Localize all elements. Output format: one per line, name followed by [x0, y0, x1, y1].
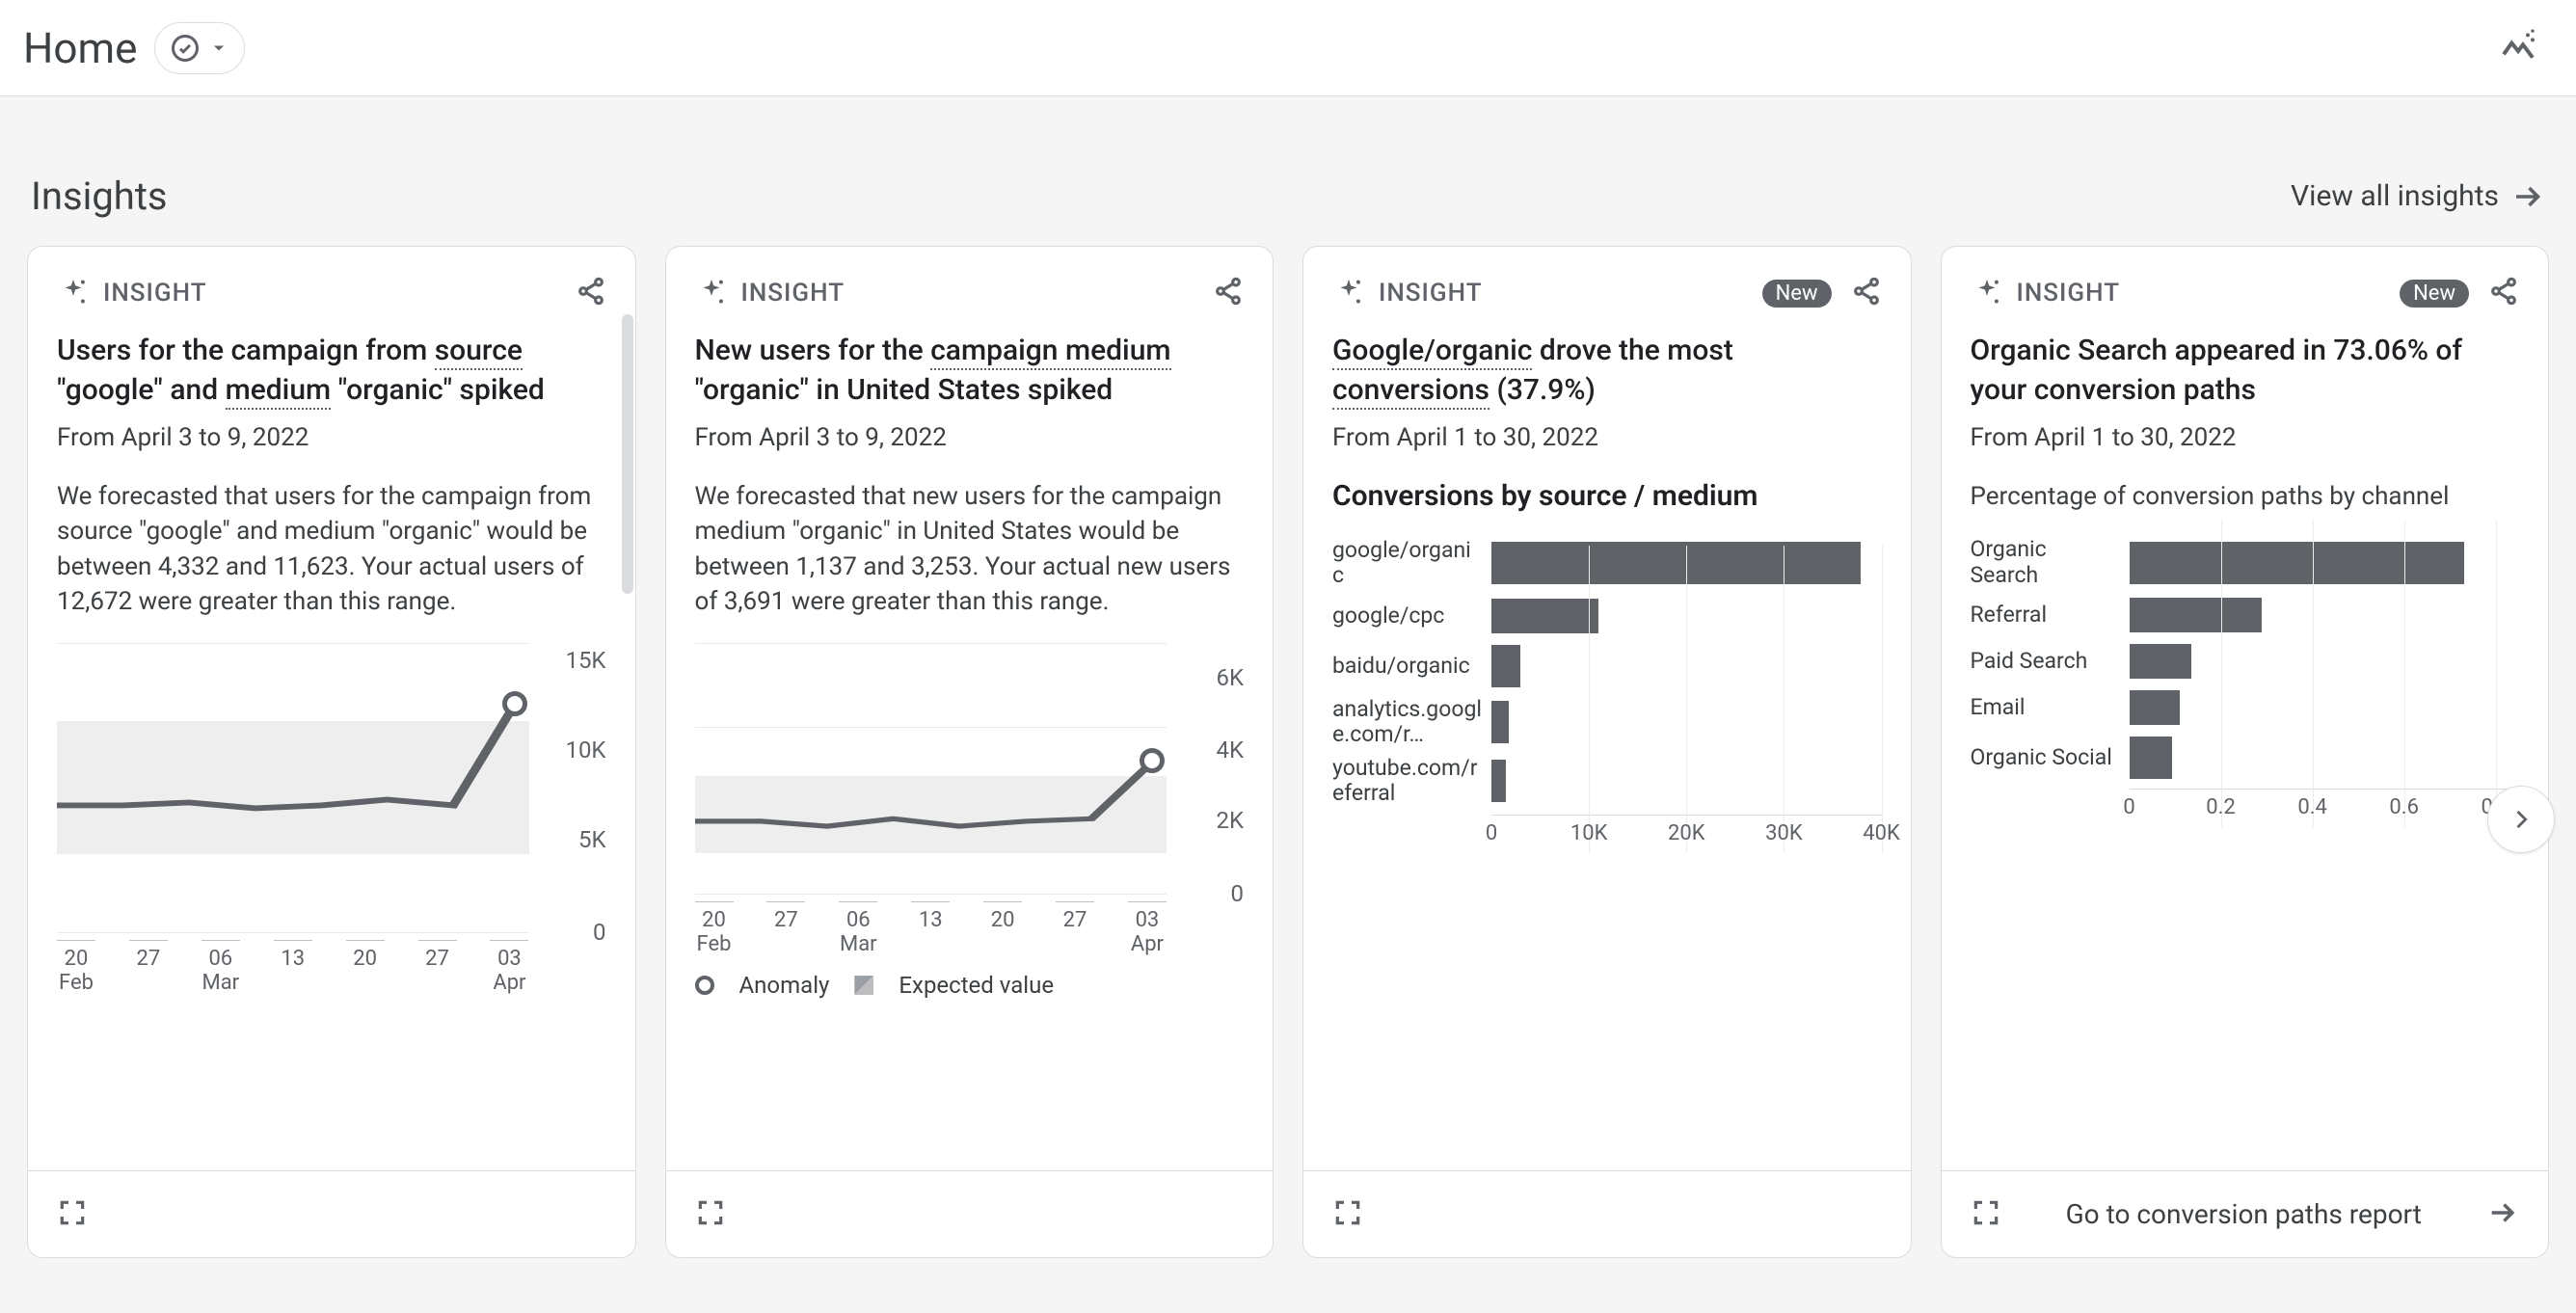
insight-card: INSIGHT New users for the campaign mediu…	[665, 246, 1275, 1258]
sparkle-icon	[1971, 277, 2003, 309]
expected-band-icon	[854, 976, 873, 995]
horizontal-bar-chart: Organic Search Referral Paid Search Emai…	[1971, 537, 2520, 827]
anomaly-marker-icon	[695, 976, 714, 995]
carousel-next-button[interactable]	[2487, 786, 2555, 853]
content-area: Insights View all insights INSIGHT Users…	[0, 96, 2576, 1258]
scrollbar[interactable]	[622, 314, 633, 594]
sparkle-icon	[1332, 277, 1365, 309]
insight-title: Users for the campaign from source "goog…	[57, 332, 606, 410]
chart-legend: Anomaly Expected value	[695, 972, 1245, 999]
new-badge: New	[2400, 280, 2469, 308]
anomaly-line-chart: 6K 4K 2K 0 20 Feb 27 06 Mar 13 20 27 03	[695, 643, 1245, 1000]
insight-date: From April 1 to 30, 2022	[1971, 423, 2520, 452]
caret-down-icon	[209, 39, 228, 58]
audience-selector[interactable]	[154, 22, 245, 74]
expand-card-button[interactable]	[28, 1170, 635, 1257]
insight-card: INSIGHT Users for the campaign from sour…	[27, 246, 636, 1258]
insight-date: From April 3 to 9, 2022	[57, 423, 606, 452]
insight-card: INSIGHT New Google/organic drove the mos…	[1302, 246, 1912, 1258]
expand-icon	[1332, 1197, 1363, 1228]
go-to-conversion-paths-button[interactable]: Go to conversion paths report	[1942, 1170, 2549, 1257]
check-circle-icon	[171, 34, 200, 63]
footer-link-label: Go to conversion paths report	[2047, 1198, 2441, 1231]
insight-card: INSIGHT New Organic Search appeared in 7…	[1941, 246, 2550, 1258]
new-badge: New	[1762, 280, 1832, 308]
arrow-right-icon	[2486, 1196, 2519, 1229]
share-icon	[576, 276, 606, 307]
share-button[interactable]	[1213, 276, 1244, 310]
expand-icon	[1971, 1197, 2001, 1228]
arrow-right-icon	[2510, 179, 2545, 214]
insights-icon	[2499, 27, 2537, 66]
insight-description: We forecasted that new users for the cam…	[695, 479, 1245, 620]
share-button[interactable]	[2488, 276, 2519, 310]
section-title: Insights	[31, 174, 168, 219]
chart-subtitle: Conversions by source / medium	[1332, 479, 1882, 513]
sparkle-icon	[695, 277, 728, 309]
insight-cards-row: INSIGHT Users for the campaign from sour…	[27, 246, 2549, 1258]
insight-title: New users for the campaign medium "organ…	[695, 332, 1245, 410]
expand-card-button[interactable]	[666, 1170, 1274, 1257]
view-all-label: View all insights	[2291, 179, 2499, 213]
expand-icon	[695, 1197, 726, 1228]
view-all-insights-link[interactable]: View all insights	[2291, 179, 2545, 214]
insight-label: INSIGHT	[1379, 279, 1483, 308]
insight-date: From April 3 to 9, 2022	[695, 423, 1245, 452]
insight-label: INSIGHT	[741, 279, 845, 308]
insight-label: INSIGHT	[2017, 279, 2121, 308]
share-icon	[1213, 276, 1244, 307]
sparkle-icon	[57, 277, 90, 309]
expand-card-button[interactable]	[1303, 1170, 1911, 1257]
page-title: Home	[23, 23, 137, 73]
chevron-right-icon	[2508, 806, 2535, 833]
insight-title: Google/organic drove the most conversion…	[1332, 332, 1882, 410]
share-icon	[1851, 276, 1882, 307]
insight-label: INSIGHT	[103, 279, 207, 308]
anomaly-line-chart: 15K 10K 5K 0 20 Feb 27 06 Mar 13 20 27	[57, 643, 606, 996]
analytics-ai-button[interactable]	[2499, 27, 2537, 69]
chart-subtitle: Percentage of conversion paths by channe…	[1971, 479, 2520, 514]
insight-date: From April 1 to 30, 2022	[1332, 423, 1882, 452]
share-button[interactable]	[576, 276, 606, 310]
header-bar: Home	[0, 0, 2576, 96]
share-icon	[2488, 276, 2519, 307]
section-header: Insights View all insights	[31, 174, 2545, 219]
horizontal-bar-chart: google/organic google/cpc baidu/organic …	[1332, 538, 1882, 853]
expand-icon	[57, 1197, 88, 1228]
insight-description: We forecasted that users for the campaig…	[57, 479, 606, 620]
share-button[interactable]	[1851, 276, 1882, 310]
insight-title: Organic Search appeared in 73.06% of you…	[1971, 332, 2520, 410]
